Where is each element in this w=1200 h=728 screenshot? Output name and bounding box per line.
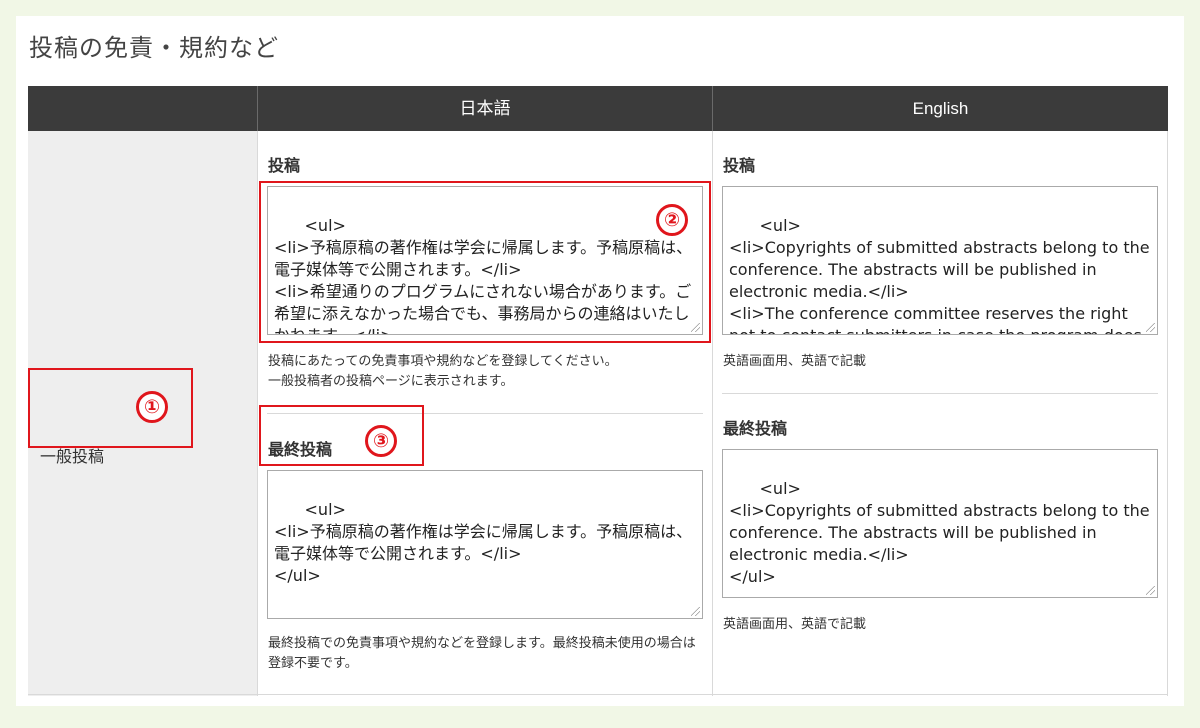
settings-panel: 投稿の免責・規約など 日本語 English 一般投稿 投稿 <ul> <li>…: [16, 16, 1184, 706]
ja-final-text: <ul> <li>予稿原稿の著作権は学会に帰属します。予稿原稿は、電子媒体等で公…: [274, 500, 693, 585]
table-header: 日本語 English: [28, 86, 1168, 131]
resize-handle-icon[interactable]: [1146, 586, 1155, 595]
en-submission-text: <ul> <li>Copyrights of submitted abstrac…: [729, 216, 1150, 334]
annotation-badge-1: ①: [136, 391, 168, 423]
column-divider: [712, 131, 713, 696]
resize-handle-icon[interactable]: [691, 607, 700, 616]
en-final-label: 最終投稿: [723, 419, 788, 438]
annotation-box-1: [28, 368, 193, 448]
annotation-box-2: [259, 181, 711, 343]
ja-submission-label: 投稿: [268, 156, 301, 175]
header-empty: [28, 86, 257, 131]
header-english: English: [912, 99, 969, 118]
column-divider: [1167, 131, 1168, 696]
header-japanese: 日本語: [459, 99, 511, 118]
annotation-badge-3: ③: [365, 425, 397, 457]
annotation-box-3: [259, 405, 424, 466]
resize-handle-icon[interactable]: [1146, 323, 1155, 332]
en-submission-help: 英語画面用、英語で記載: [723, 354, 867, 369]
settings-table: 日本語 English 一般投稿 投稿 <ul> <li>予稿原稿の著作権は学会…: [28, 86, 1168, 706]
section-divider: [722, 393, 1158, 394]
ja-submission-help: 投稿にあたっての免責事項や規約などを登録してください。 一般投稿者の投稿ページに…: [268, 354, 618, 389]
en-final-text: <ul> <li>Copyrights of submitted abstrac…: [729, 479, 1150, 586]
row-divider: [28, 694, 1168, 695]
ja-final-textarea[interactable]: <ul> <li>予稿原稿の著作権は学会に帰属します。予稿原稿は、電子媒体等で公…: [267, 470, 703, 619]
ja-final-help: 最終投稿での免責事項や規約などを登録します。最終投稿未使用の場合は登録不要です。: [268, 636, 696, 671]
en-submission-textarea[interactable]: <ul> <li>Copyrights of submitted abstrac…: [722, 186, 1158, 335]
annotation-badge-2: ②: [656, 204, 688, 236]
en-submission-label: 投稿: [723, 156, 756, 175]
page-title: 投稿の免責・規約など: [29, 34, 279, 62]
en-final-help: 英語画面用、英語で記載: [723, 617, 867, 632]
column-divider: [257, 131, 258, 696]
en-final-textarea[interactable]: <ul> <li>Copyrights of submitted abstrac…: [722, 449, 1158, 598]
